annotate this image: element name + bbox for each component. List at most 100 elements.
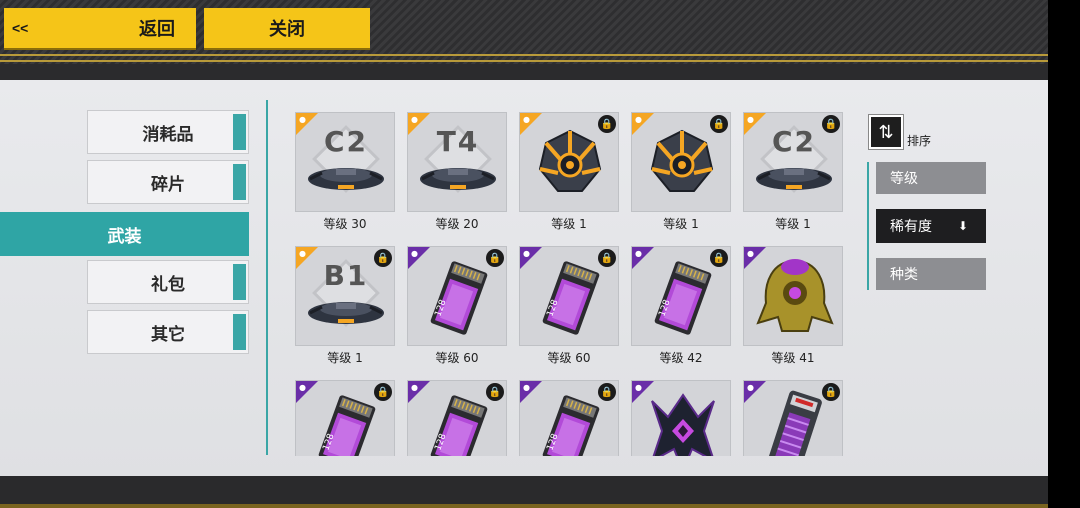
rarity-corner: ●	[632, 247, 654, 269]
top-bar-stripe	[0, 60, 1048, 62]
item-slot[interactable]: 128 ● 🔒	[407, 246, 507, 346]
item-slot[interactable]: ● 🔒	[743, 380, 843, 456]
item-level: 等级 1	[775, 217, 811, 231]
drone-pad-icon	[308, 302, 384, 324]
sort-icon[interactable]: ⇅	[868, 114, 904, 150]
sort-option-label: 种类	[890, 266, 918, 282]
item-slot[interactable]: ● 🔒	[631, 112, 731, 212]
item-level: 等级 60	[547, 351, 591, 365]
person-icon: ●	[299, 249, 306, 258]
category-label: 碎片	[151, 174, 185, 195]
inventory-item[interactable]: 128 ● 🔒 等级 60	[407, 246, 511, 366]
item-slot[interactable]: 128 ● 🔒	[631, 246, 731, 346]
inventory-item[interactable]: 128 ● 🔒	[519, 380, 623, 456]
inventory-item[interactable]: ● 🔒 等级 1	[519, 112, 623, 232]
rarity-corner: ●	[520, 247, 542, 269]
person-icon: ●	[411, 383, 418, 392]
sort-option-level[interactable]: 等级	[876, 162, 986, 194]
sort-option-type[interactable]: 种类	[876, 258, 986, 290]
item-slot[interactable]: B1 ● 🔒	[295, 246, 395, 346]
lock-icon: 🔒	[486, 383, 504, 401]
rarity-corner: ●	[296, 247, 318, 269]
person-icon: ●	[747, 115, 754, 124]
rarity-corner: ●	[744, 247, 766, 269]
drone-pad-icon	[308, 168, 384, 190]
lock-icon: 🔒	[822, 115, 840, 133]
item-level: 等级 1	[551, 217, 587, 231]
rarity-corner: ●	[296, 381, 318, 403]
item-slot[interactable]: ●	[631, 380, 731, 456]
category-label: 礼包	[151, 274, 185, 295]
item-slot[interactable]: 128 ● 🔒	[295, 380, 395, 456]
category-label: 武装	[107, 226, 142, 247]
person-icon: ●	[523, 115, 530, 124]
person-icon: ●	[523, 383, 530, 392]
category-consumables[interactable]: 消耗品	[87, 110, 249, 154]
category-others[interactable]: 其它	[87, 310, 249, 354]
memory-card-icon: 128	[654, 261, 712, 335]
category-label: 消耗品	[142, 124, 194, 145]
armor-orb-icon	[538, 129, 602, 192]
inventory-item[interactable]: 128 ● 🔒 等级 60	[519, 246, 623, 366]
category-armaments[interactable]: 武装	[0, 212, 249, 256]
inventory-item[interactable]: C2 ● 等级 30	[295, 112, 399, 232]
inventory-item[interactable]: ●	[631, 380, 735, 456]
top-bar: << 返回 关闭	[0, 0, 1048, 64]
inventory-item[interactable]: ● 🔒	[743, 380, 847, 456]
item-level: 等级 60	[435, 351, 479, 365]
lock-icon: 🔒	[374, 249, 392, 267]
item-slot[interactable]: ● 🔒	[519, 112, 619, 212]
person-icon: ●	[411, 249, 418, 258]
item-level: 等级 20	[435, 217, 479, 231]
category-tab-marker	[233, 314, 246, 350]
inventory-item[interactable]: B1 ● 🔒 等级 1	[295, 246, 399, 366]
lock-icon: 🔒	[598, 115, 616, 133]
inventory-item[interactable]: T4 ● 等级 20	[407, 112, 511, 232]
item-level: 等级 1	[663, 217, 699, 231]
inventory-item[interactable]: ● 🔒 等级 1	[631, 112, 735, 232]
person-icon: ●	[411, 115, 418, 124]
lock-icon: 🔒	[486, 249, 504, 267]
item-slot[interactable]: C2 ●	[295, 112, 395, 212]
lock-icon: 🔒	[374, 383, 392, 401]
category-fragments[interactable]: 碎片	[87, 160, 249, 204]
back-button-label: 返回	[139, 19, 175, 39]
item-slot[interactable]: C2 ● 🔒	[743, 112, 843, 212]
inventory-item[interactable]: 128 ● 🔒	[407, 380, 511, 456]
memory-card-icon: 128	[430, 395, 488, 456]
rarity-corner: ●	[744, 381, 766, 403]
inventory-item[interactable]: ● 等级 41	[743, 246, 847, 366]
item-slot[interactable]: T4 ●	[407, 112, 507, 212]
memory-card-icon: 128	[430, 261, 488, 335]
item-slot[interactable]: 128 ● 🔒	[407, 380, 507, 456]
person-icon: ●	[523, 249, 530, 258]
inventory-item[interactable]: 128 ● 🔒 等级 42	[631, 246, 735, 366]
rarity-corner: ●	[632, 113, 654, 135]
inventory-item[interactable]: C2 ● 🔒 等级 1	[743, 112, 847, 232]
memory-card-icon: 128	[318, 395, 376, 456]
close-button[interactable]: 关闭	[204, 8, 370, 48]
item-slot[interactable]: 128 ● 🔒	[519, 246, 619, 346]
drone-pad-icon	[420, 168, 496, 190]
game-screen: << 返回 关闭 消耗品 碎片 武装 礼包 其它 C2 ● 等级 30 T4 ● 等级 2…	[0, 0, 1048, 508]
sort-option-label: 稀有度	[890, 218, 932, 234]
sort-option-label: 等级	[890, 170, 918, 186]
sort-label: 排序	[907, 134, 932, 148]
memory-card-icon: 128	[542, 395, 600, 456]
back-button[interactable]: << 返回	[4, 8, 196, 48]
sort-option-rarity[interactable]: 稀有度 ⬇	[876, 209, 986, 243]
crystal-core-icon	[651, 393, 715, 456]
lock-icon: 🔒	[710, 115, 728, 133]
rarity-corner: ●	[632, 381, 654, 403]
item-slot[interactable]: 128 ● 🔒	[519, 380, 619, 456]
top-bar-stripe	[0, 54, 1048, 56]
lock-icon: 🔒	[598, 249, 616, 267]
person-icon: ●	[635, 383, 642, 392]
item-slot[interactable]: ●	[743, 246, 843, 346]
inventory-item[interactable]: 128 ● 🔒	[295, 380, 399, 456]
item-level: 等级 1	[327, 351, 363, 365]
category-label: 其它	[151, 324, 185, 345]
category-packs[interactable]: 礼包	[87, 260, 249, 304]
lock-icon: 🔒	[598, 383, 616, 401]
category-tab-marker	[233, 164, 246, 200]
